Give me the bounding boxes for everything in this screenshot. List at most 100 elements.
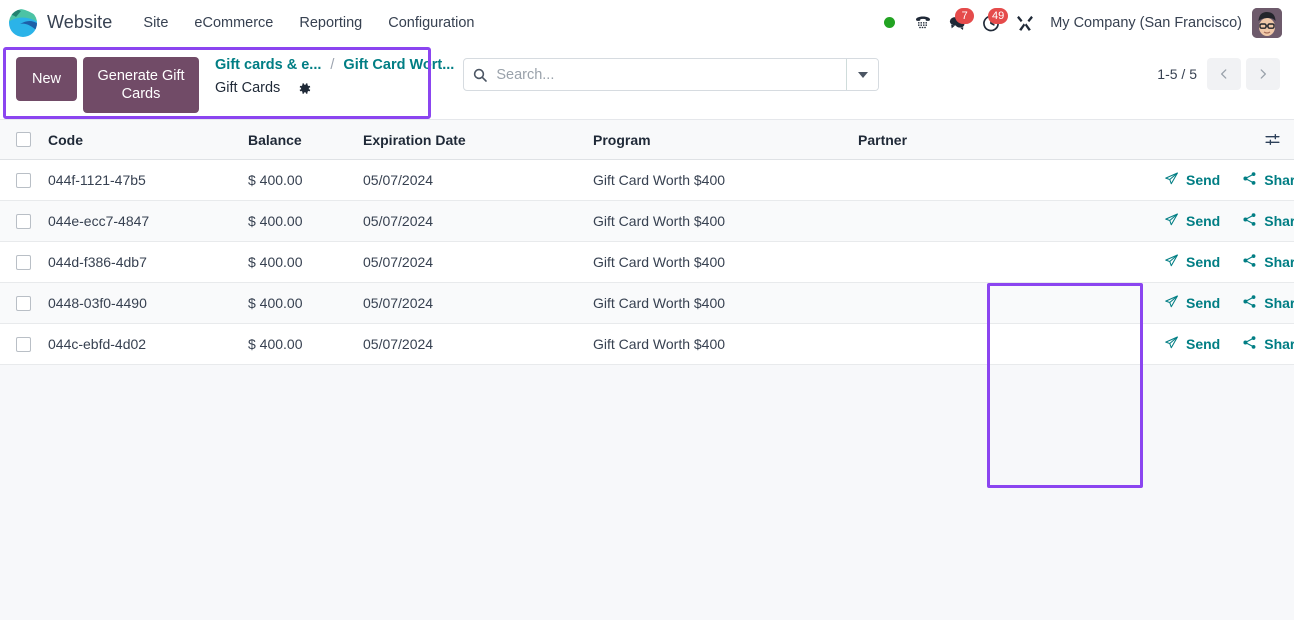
send-label: Send [1186, 254, 1221, 270]
search-dropdown-toggle[interactable] [846, 59, 879, 90]
send-label: Send [1186, 172, 1221, 188]
share-nodes-icon [1242, 171, 1257, 189]
empty-area [0, 365, 1294, 615]
cell-partner [858, 241, 1148, 283]
cell-program: Gift Card Worth $400 [593, 323, 858, 365]
cell-program: Gift Card Worth $400 [593, 282, 858, 324]
row-checkbox[interactable] [16, 336, 31, 352]
gear-icon[interactable] [297, 81, 312, 96]
column-header-balance[interactable]: Balance [248, 120, 363, 160]
cell-actions: Send Share [1148, 323, 1294, 365]
table-row[interactable]: 044e-ecc7-4847 $ 400.00 05/07/2024 Gift … [0, 200, 1294, 242]
cell-expiration: 05/07/2024 [363, 159, 593, 201]
breadcrumb: Gift cards & e... / Gift Card Wort... Gi… [199, 45, 454, 96]
row-checkbox[interactable] [16, 295, 31, 311]
menu-item-site[interactable]: Site [130, 9, 181, 37]
new-button[interactable]: New [16, 57, 78, 101]
menu-item-ecommerce[interactable]: eCommerce [181, 9, 286, 37]
navbar-systray: 7 49 My Company (San Francisco) [872, 6, 1282, 40]
share-nodes-icon [1242, 294, 1257, 312]
paper-plane-icon [1164, 171, 1179, 189]
pager-next-button[interactable] [1246, 58, 1280, 90]
row-select-cell [0, 282, 48, 324]
cell-program: Gift Card Worth $400 [593, 200, 858, 242]
share-nodes-icon [1242, 253, 1257, 271]
cell-balance: $ 400.00 [248, 241, 363, 283]
top-navbar: Website Site eCommerce Reporting Configu… [0, 0, 1294, 45]
select-all-header [0, 120, 48, 160]
messages-icon[interactable]: 7 [940, 6, 975, 40]
row-checkbox[interactable] [16, 213, 31, 229]
select-all-checkbox[interactable] [16, 132, 31, 147]
cell-code: 044e-ecc7-4847 [48, 200, 248, 242]
send-button[interactable]: Send [1164, 335, 1220, 353]
cell-balance: $ 400.00 [248, 159, 363, 201]
share-label: Share [1264, 172, 1294, 188]
table-row[interactable]: 044c-ebfd-4d02 $ 400.00 05/07/2024 Gift … [0, 323, 1294, 365]
developer-tools-icon[interactable] [1008, 6, 1042, 40]
pager: 1-5 / 5 [1157, 58, 1280, 90]
main-menu: Site eCommerce Reporting Configuration [130, 9, 487, 37]
share-button[interactable]: Share [1242, 294, 1294, 312]
column-header-code[interactable]: Code [48, 120, 248, 160]
brand-home-link[interactable]: Website [8, 8, 112, 38]
send-label: Send [1186, 213, 1221, 229]
search-icon [464, 59, 496, 90]
breadcrumb-item-gift-card-worth[interactable]: Gift Card Wort... [343, 57, 454, 73]
menu-item-configuration[interactable]: Configuration [375, 9, 487, 37]
chevron-down-icon [857, 71, 868, 78]
paper-plane-icon [1164, 212, 1179, 230]
table-header-row: Code Balance Expiration Date Program Par… [0, 120, 1294, 160]
share-button[interactable]: Share [1242, 335, 1294, 353]
send-button[interactable]: Send [1164, 171, 1220, 189]
company-switcher[interactable]: My Company (San Francisco) [1042, 15, 1252, 31]
paper-plane-icon [1164, 335, 1179, 353]
search-view[interactable] [463, 58, 880, 91]
activities-clock-icon[interactable]: 49 [974, 6, 1009, 40]
send-button[interactable]: Send [1164, 212, 1220, 230]
share-button[interactable]: Share [1242, 253, 1294, 271]
search-input[interactable] [496, 59, 847, 90]
send-label: Send [1186, 336, 1221, 352]
cell-balance: $ 400.00 [248, 323, 363, 365]
menu-item-reporting[interactable]: Reporting [286, 9, 375, 37]
table-body: 044f-1121-47b5 $ 400.00 05/07/2024 Gift … [0, 159, 1294, 365]
breadcrumb-item-gift-cards-and-e[interactable]: Gift cards & e... [215, 57, 321, 73]
column-header-expiration-date[interactable]: Expiration Date [363, 120, 593, 160]
send-button[interactable]: Send [1164, 253, 1220, 271]
control-panel: New Generate Gift Cards Gift cards & e..… [0, 45, 1294, 120]
brand-name: Website [47, 12, 113, 32]
cell-expiration: 05/07/2024 [363, 323, 593, 365]
pager-previous-button[interactable] [1207, 58, 1241, 90]
table-row[interactable]: 0448-03f0-4490 $ 400.00 05/07/2024 Gift … [0, 282, 1294, 324]
column-settings-icon[interactable] [1148, 131, 1294, 148]
share-label: Share [1264, 254, 1294, 270]
table-row[interactable]: 044d-f386-4db7 $ 400.00 05/07/2024 Gift … [0, 241, 1294, 283]
column-header-program[interactable]: Program [593, 120, 858, 160]
table-row[interactable]: 044f-1121-47b5 $ 400.00 05/07/2024 Gift … [0, 159, 1294, 201]
generate-gift-cards-button[interactable]: Generate Gift Cards [83, 57, 200, 113]
row-checkbox[interactable] [16, 254, 31, 270]
list-view: Code Balance Expiration Date Program Par… [0, 120, 1294, 615]
cell-balance: $ 400.00 [248, 282, 363, 324]
share-button[interactable]: Share [1242, 212, 1294, 230]
phone-icon[interactable] [906, 6, 940, 40]
paper-plane-icon [1164, 294, 1179, 312]
cell-code: 044d-f386-4db7 [48, 241, 248, 283]
row-select-cell [0, 323, 48, 365]
row-select-cell [0, 241, 48, 283]
row-checkbox[interactable] [16, 172, 31, 188]
odoo-logo-icon [8, 8, 38, 38]
column-header-partner[interactable]: Partner [858, 120, 1148, 160]
send-button[interactable]: Send [1164, 294, 1220, 312]
share-button[interactable]: Share [1242, 171, 1294, 189]
cell-actions: Send Share [1148, 241, 1294, 283]
cell-actions: Send Share [1148, 282, 1294, 324]
presence-online-dot-icon[interactable] [872, 6, 906, 40]
pager-count[interactable]: 1-5 / 5 [1157, 66, 1201, 82]
user-avatar[interactable] [1252, 7, 1282, 38]
share-label: Share [1264, 213, 1294, 229]
share-label: Share [1264, 295, 1294, 311]
row-select-cell [0, 200, 48, 242]
cell-code: 044f-1121-47b5 [48, 159, 248, 201]
